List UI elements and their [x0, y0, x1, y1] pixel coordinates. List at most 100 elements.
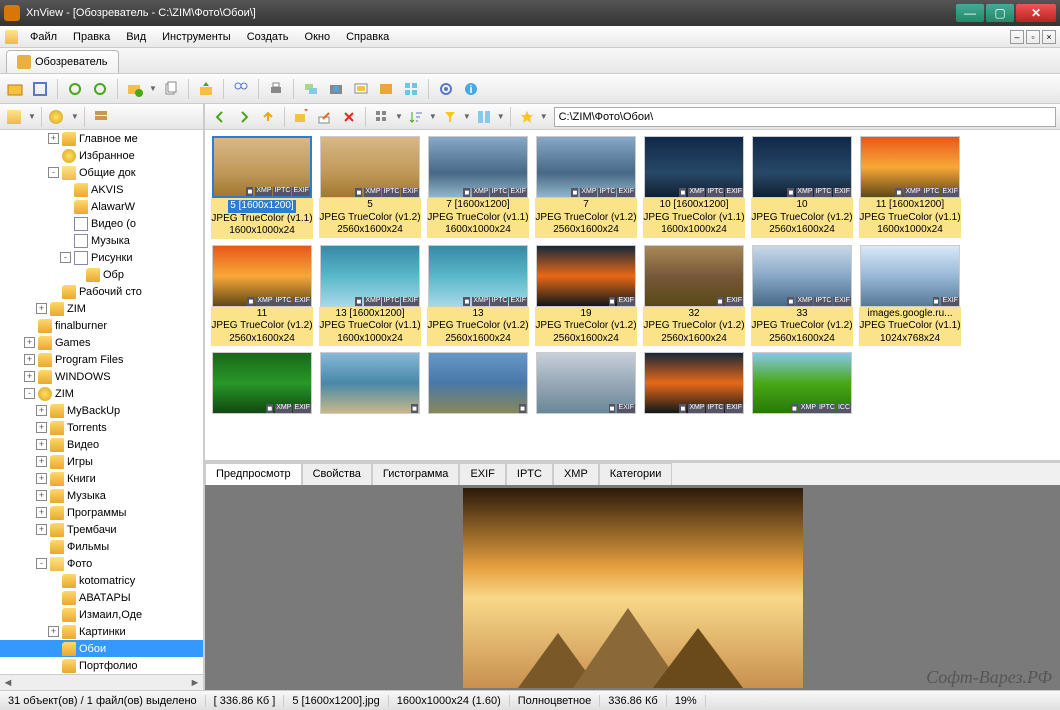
menu-файл[interactable]: Файл — [22, 28, 65, 46]
tree-item[interactable]: +Программы — [0, 504, 203, 521]
rename-button[interactable] — [314, 106, 336, 128]
menu-вид[interactable]: Вид — [118, 28, 154, 46]
print-button[interactable] — [265, 78, 287, 100]
folders-tab[interactable] — [4, 106, 26, 128]
preview-tab-предпросмотр[interactable]: Предпросмотр — [205, 463, 302, 485]
thumbnail[interactable]: ■EXIF19JPEG TrueColor (v1.2)2560x1600x24 — [535, 245, 637, 347]
thumbnail[interactable]: ■XMPIPTCEXIF10 [1600x1200]JPEG TrueColor… — [643, 136, 745, 239]
thumbnail[interactable]: ■XMPIPTCEXIF13JPEG TrueColor (v1.2)2560x… — [427, 245, 529, 347]
thumbnail[interactable]: ■XMPIPTCEXIF — [643, 352, 745, 414]
tree-item[interactable]: AlawarW — [0, 198, 203, 215]
favorite-button[interactable] — [516, 106, 538, 128]
tree-item[interactable]: +Главное ме — [0, 130, 203, 147]
tree-item[interactable]: Обр — [0, 266, 203, 283]
tree-item[interactable]: +Games — [0, 334, 203, 351]
convert-button[interactable] — [300, 78, 322, 100]
copy-button[interactable] — [160, 78, 182, 100]
tree-item[interactable]: -Общие док — [0, 164, 203, 181]
favorites-tab[interactable] — [47, 106, 69, 128]
tree-item[interactable]: +MyBackUp — [0, 402, 203, 419]
filter-button[interactable] — [439, 106, 461, 128]
menu-инструменты[interactable]: Инструменты — [154, 28, 239, 46]
preview-tab-категории[interactable]: Категории — [599, 463, 673, 485]
tree-item[interactable]: Избранное — [0, 147, 203, 164]
slideshow-button[interactable] — [350, 78, 372, 100]
new-button[interactable]: * — [290, 106, 312, 128]
tree-item[interactable]: Измаил,Оде — [0, 606, 203, 623]
thumbnail[interactable]: ■XMPIPTCEXIF13 [1600x1200]JPEG TrueColor… — [319, 245, 421, 347]
tree-item[interactable]: Музыка — [0, 232, 203, 249]
thumbnail[interactable]: ■XMPEXIF — [211, 352, 313, 414]
tree-scrollbar[interactable]: ◄► — [0, 674, 203, 690]
tree-item[interactable]: -Фото — [0, 555, 203, 572]
tab-browser[interactable]: Обозреватель — [6, 50, 119, 73]
up-button[interactable] — [257, 106, 279, 128]
app-menu-icon[interactable] — [4, 28, 22, 46]
tree-item[interactable]: +Картинки — [0, 623, 203, 640]
webpage-button[interactable] — [375, 78, 397, 100]
menu-правка[interactable]: Правка — [65, 28, 118, 46]
preview-tab-свойства[interactable]: Свойства — [302, 463, 372, 485]
thumbnail[interactable]: ■EXIFimages.google.ru...JPEG TrueColor (… — [859, 245, 961, 347]
address-bar[interactable] — [554, 107, 1056, 127]
minimize-button[interactable]: — — [956, 4, 984, 22]
tree-item[interactable]: +ZIM — [0, 300, 203, 317]
tree-item[interactable]: Фильмы — [0, 538, 203, 555]
menu-создать[interactable]: Создать — [239, 28, 297, 46]
tree-item[interactable]: +Игры — [0, 453, 203, 470]
forward-button[interactable] — [233, 106, 255, 128]
preview-tab-iptc[interactable]: IPTC — [506, 463, 553, 485]
layout-button[interactable] — [473, 106, 495, 128]
new-folder-button[interactable] — [124, 78, 146, 100]
thumbnail[interactable]: ■ — [319, 352, 421, 414]
tree-item[interactable]: +Музыка — [0, 487, 203, 504]
back-button[interactable] — [209, 106, 231, 128]
menu-окно[interactable]: Окно — [297, 28, 339, 46]
tree-item[interactable]: +Program Files — [0, 351, 203, 368]
thumbnail[interactable]: ■ — [427, 352, 529, 414]
refresh-button[interactable] — [64, 78, 86, 100]
open-button[interactable] — [4, 78, 26, 100]
sort-button[interactable] — [405, 106, 427, 128]
thumbnail[interactable]: ■XMPIPTCEXIF5JPEG TrueColor (v1.2)2560x1… — [319, 136, 421, 239]
tree-item[interactable]: Обои — [0, 640, 203, 657]
mdi-close[interactable]: × — [1042, 30, 1056, 44]
import-button[interactable] — [195, 78, 217, 100]
contact-sheet-button[interactable] — [400, 78, 422, 100]
mdi-restore[interactable]: ▫ — [1026, 30, 1040, 44]
thumbnail[interactable]: ■XMPIPTCEXIF33JPEG TrueColor (v1.2)2560x… — [751, 245, 853, 347]
stop-button[interactable] — [89, 78, 111, 100]
thumbnail[interactable]: ■XMPIPTCICC — [751, 352, 853, 414]
close-button[interactable]: ✕ — [1016, 4, 1056, 22]
thumbnail[interactable]: ■EXIF — [535, 352, 637, 414]
thumbnail[interactable]: ■XMPIPTCEXIF7JPEG TrueColor (v1.2)2560x1… — [535, 136, 637, 239]
maximize-button[interactable]: ▢ — [986, 4, 1014, 22]
tree-item[interactable]: finalburner — [0, 317, 203, 334]
delete-button[interactable] — [338, 106, 360, 128]
tree-item[interactable]: АВАТАРЫ — [0, 589, 203, 606]
search-button[interactable] — [230, 78, 252, 100]
thumbnail[interactable]: ■XMPIPTCEXIF7 [1600x1200]JPEG TrueColor … — [427, 136, 529, 239]
tree-item[interactable]: +WINDOWS — [0, 368, 203, 385]
tree-item[interactable]: +Книги — [0, 470, 203, 487]
view-mode-button[interactable] — [371, 106, 393, 128]
tree-item[interactable]: +Torrents — [0, 419, 203, 436]
tree-item[interactable]: -Рисунки — [0, 249, 203, 266]
capture-button[interactable] — [325, 78, 347, 100]
thumbnail[interactable]: ■XMPIPTCEXIF5 [1600x1200]JPEG TrueColor … — [211, 136, 313, 239]
thumbnail[interactable]: ■XMPIPTCEXIF11 [1600x1200]JPEG TrueColor… — [859, 136, 961, 239]
tree-item[interactable]: +Видео — [0, 436, 203, 453]
thumbnail[interactable]: ■XMPIPTCEXIF10JPEG TrueColor (v1.2)2560x… — [751, 136, 853, 239]
tree-item[interactable]: -ZIM — [0, 385, 203, 402]
tree-item[interactable]: Рабочий сто — [0, 283, 203, 300]
tree-item[interactable]: kotomatricy — [0, 572, 203, 589]
tree-item[interactable]: Портфолио — [0, 657, 203, 674]
thumbnail[interactable]: ■EXIF32JPEG TrueColor (v1.2)2560x1600x24 — [643, 245, 745, 347]
about-button[interactable]: i — [460, 78, 482, 100]
categories-tab[interactable] — [90, 106, 112, 128]
menu-справка[interactable]: Справка — [338, 28, 397, 46]
preview-tab-exif[interactable]: EXIF — [459, 463, 505, 485]
fullscreen-button[interactable] — [29, 78, 51, 100]
tree-item[interactable]: +Трембачи — [0, 521, 203, 538]
mdi-minimize[interactable]: – — [1010, 30, 1024, 44]
